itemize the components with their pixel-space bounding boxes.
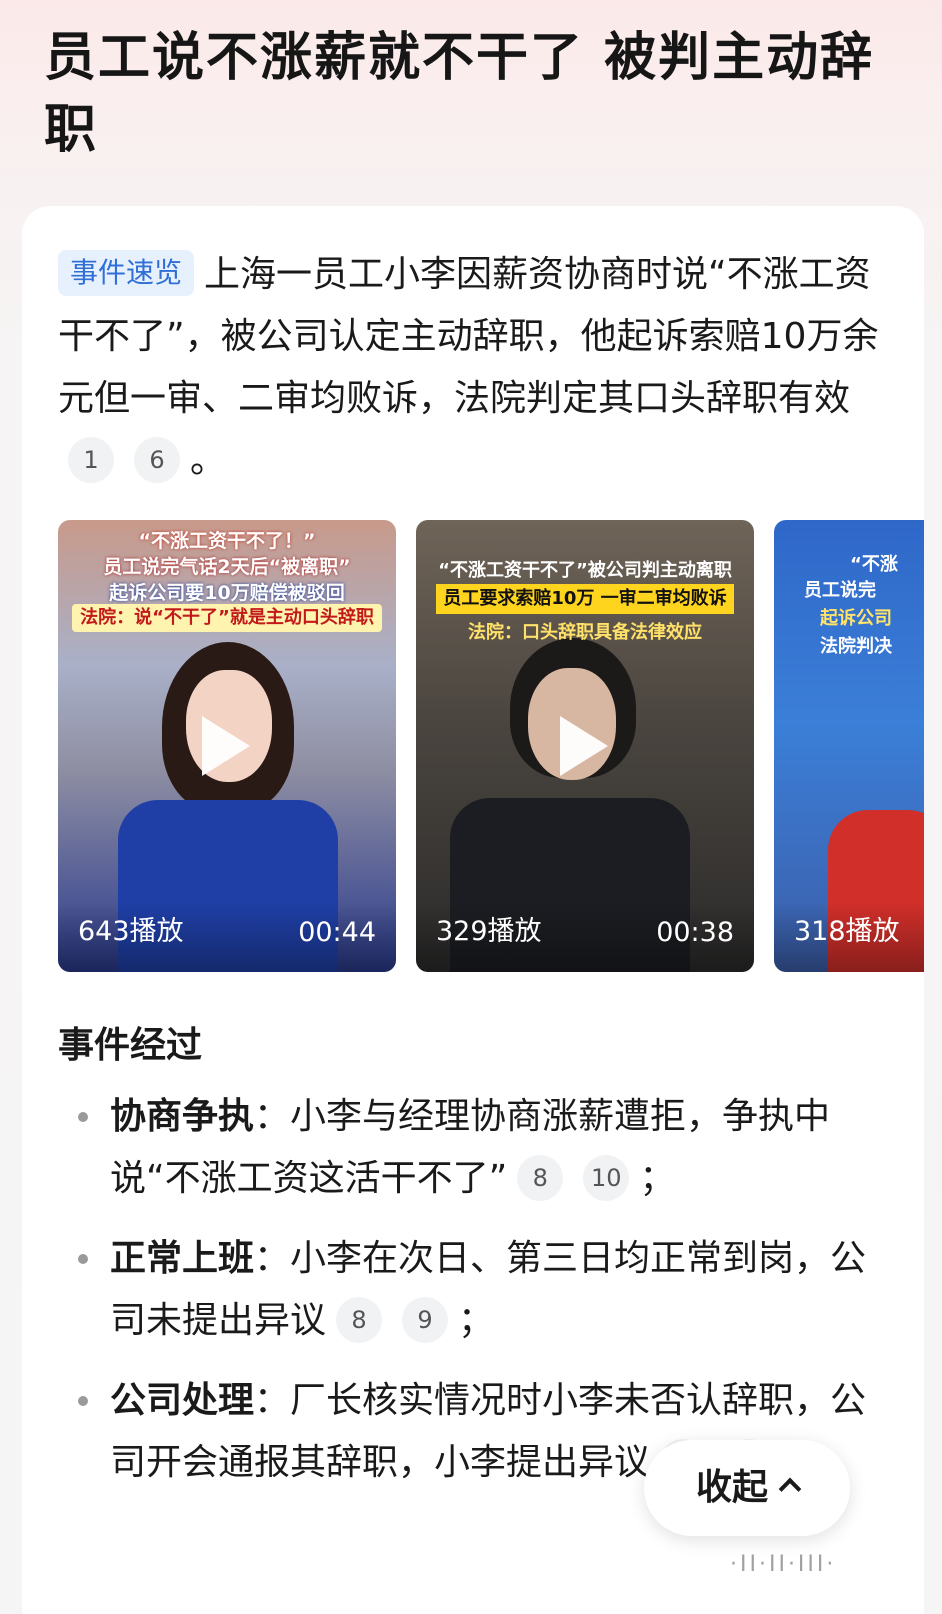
list-item: 正常上班：小李在次日、第三日均正常到岗，公司未提出异议 8 9； <box>58 1228 878 1352</box>
event-end: ； <box>639 1158 676 1199</box>
citation-badge[interactable]: 10 <box>583 1155 630 1201</box>
bullet-icon <box>78 1112 88 1122</box>
view-count: 318播放 <box>794 916 900 947</box>
event-end: ； <box>458 1300 495 1341</box>
citation-badge[interactable]: 9 <box>402 1297 449 1343</box>
watermark: ·II·II·III· <box>730 1552 837 1577</box>
video-caption: 员工说完 <box>804 580 876 601</box>
video-caption: “不涨工资干不了！” <box>138 530 316 552</box>
section-title: 事件经过 <box>58 1025 203 1066</box>
page-title: 员工说不涨薪就不干了 被判主动辞职 <box>44 28 875 160</box>
citation-badge[interactable]: 8 <box>517 1155 564 1201</box>
video-caption: 法院：说“不干了”就是主动口头辞职 <box>72 604 382 632</box>
bullet-icon <box>78 1254 88 1264</box>
video-caption: “不涨工资干不了”被公司判主动离职 <box>438 560 732 581</box>
citation-badge[interactable]: 8 <box>336 1297 383 1343</box>
event-separator: ： <box>254 1380 291 1421</box>
view-count: 643播放 <box>78 916 184 947</box>
video-caption: 员工说完气话2天后“被离职” <box>103 556 351 578</box>
summary-tag: 事件速览 <box>58 250 195 296</box>
video-card[interactable]: “不涨工资干不了！” 员工说完气话2天后“被离职” 起诉公司要10万赔偿被驳回 … <box>58 520 396 972</box>
video-caption: 员工要求索赔10万 一审二审均败诉 <box>436 584 734 614</box>
event-summary: 事件速览 上海一员工小李因薪资协商时说“不涨工资干不了”，被公司认定主动辞职，他起… <box>58 244 888 492</box>
video-caption: 起诉公司要10万赔偿被驳回 <box>109 582 345 604</box>
page: 员工说不涨薪就不干了 被判主动辞职 事件速览 上海一员工小李因薪资协商时说“不涨工… <box>0 0 942 1614</box>
video-caption: 法院：口头辞职具备法律效应 <box>468 622 702 643</box>
collapse-label: 收起 <box>695 1467 768 1508</box>
event-separator: ： <box>254 1096 291 1137</box>
video-card[interactable]: “不涨工资干不了”被公司判主动离职 员工要求索赔10万 一审二审均败诉 法院：口… <box>416 520 754 972</box>
collapse-button[interactable]: 收起 <box>644 1440 850 1536</box>
video-carousel[interactable]: “不涨工资干不了！” 员工说完气话2天后“被离职” 起诉公司要10万赔偿被驳回 … <box>58 520 924 972</box>
view-count: 329播放 <box>436 916 542 947</box>
video-duration: 00:44 <box>298 917 376 948</box>
bullet-icon <box>78 1396 88 1406</box>
event-separator: ： <box>254 1238 291 1279</box>
event-title: 公司处理 <box>110 1380 255 1421</box>
play-icon[interactable] <box>560 716 608 776</box>
citation-badge[interactable]: 1 <box>68 437 114 483</box>
video-caption: 起诉公司 <box>820 608 892 629</box>
list-item: 协商争执：小李与经理协商涨薪遭拒，争执中说“不涨工资这活干不了” 8 10； <box>58 1086 878 1210</box>
video-caption: “不涨 <box>850 554 898 575</box>
summary-end: 。 <box>190 440 227 481</box>
event-title: 协商争执 <box>110 1096 255 1137</box>
play-icon[interactable] <box>202 716 250 776</box>
summary-card: 事件速览 上海一员工小李因薪资协商时说“不涨工资干不了”，被公司认定主动辞职，他起… <box>22 206 924 1614</box>
citation-badge[interactable]: 6 <box>134 437 180 483</box>
video-card[interactable]: “不涨 员工说完 起诉公司 法院判决 318播放 <box>774 520 924 972</box>
video-duration: 00:38 <box>656 917 734 948</box>
chevron-up-icon <box>778 1477 802 1501</box>
event-title: 正常上班 <box>110 1238 255 1279</box>
video-caption: 法院判决 <box>820 636 892 657</box>
